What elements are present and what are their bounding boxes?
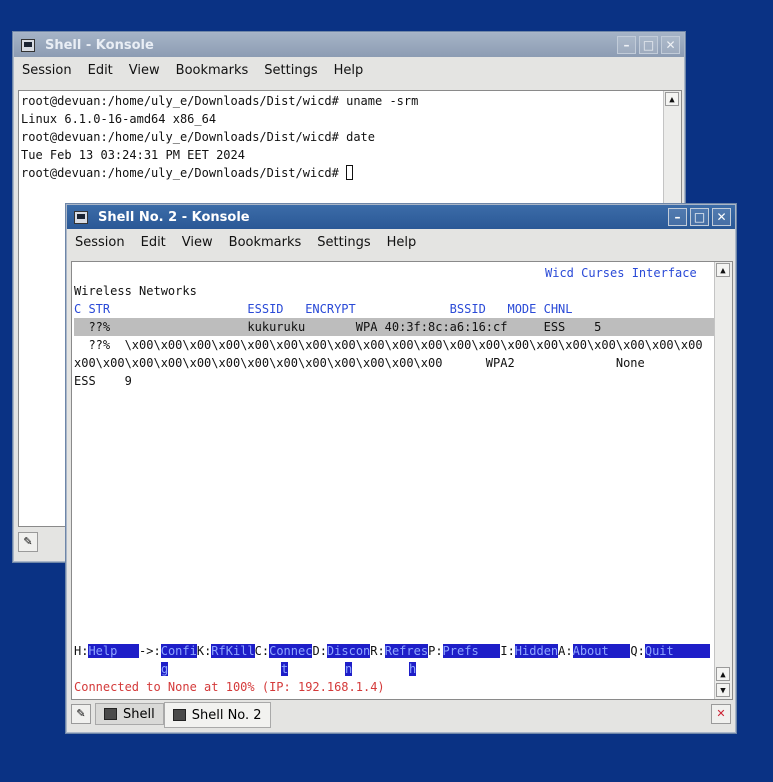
menu-edit[interactable]: Edit (80, 63, 121, 78)
titlebar-shell[interactable]: Shell - Konsole – □ ✕ (14, 33, 684, 57)
new-tab-icon[interactable]: ✎ (18, 532, 38, 552)
menu-edit[interactable]: Edit (133, 235, 174, 250)
menubar-shell-2: Session Edit View Bookmarks Settings Hel… (67, 230, 735, 255)
key-refresh[interactable]: Refres (384, 644, 429, 658)
key-hidden-label: I: (500, 644, 515, 658)
key-config[interactable]: Confi (160, 644, 197, 658)
close-tab-icon[interactable]: ✕ (711, 704, 731, 724)
key-connect-wrap[interactable]: t (281, 662, 289, 676)
menubar-shell: Session Edit View Bookmarks Settings Hel… (14, 58, 684, 83)
terminal-icon (104, 708, 117, 720)
menu-help[interactable]: Help (326, 63, 372, 78)
networks-heading: Wireless Networks (74, 284, 197, 298)
menu-settings[interactable]: Settings (309, 235, 378, 250)
terminal-icon (172, 709, 186, 721)
minimize-icon[interactable]: – (617, 36, 636, 54)
key-about[interactable]: About (572, 644, 631, 658)
key-refresh-wrap[interactable]: h (409, 662, 417, 676)
app-title: Wicd Curses Interface (545, 266, 697, 280)
terminal-line: root@devuan:/home/uly_e/Downloads/Dist/w… (21, 130, 376, 144)
key-connect[interactable]: Connec (269, 644, 313, 658)
scroll-down-icon[interactable]: ▼ (716, 683, 730, 697)
tabbar-shell-2: ✎ Shell Shell No. 2 ✕ (67, 700, 735, 728)
konsole-icon (21, 38, 35, 52)
key-hidden[interactable]: Hidden (514, 644, 559, 658)
key-disconnect[interactable]: Discon (326, 644, 371, 658)
key-quit[interactable]: Quit (644, 644, 710, 658)
tab-label: Shell (123, 706, 155, 722)
key-quit-label: Q: (630, 644, 645, 658)
status-line: Connected to None at 100% (IP: 192.168.1… (74, 680, 385, 694)
tab-shell-2[interactable]: Shell No. 2 (163, 702, 271, 728)
network-row-hidden[interactable]: ??% \x00\x00\x00\x00\x00\x00\x00\x00\x00… (74, 336, 702, 354)
key-connect-label: C: (254, 644, 270, 658)
konsole-window-shell-2[interactable]: Shell No. 2 - Konsole – □ ✕ Session Edit… (65, 203, 737, 734)
tab-label: Shell No. 2 (191, 707, 262, 723)
minimize-icon[interactable]: – (668, 208, 687, 226)
network-row-kukuruku[interactable]: ??% kukuruku WPA 40:3f:8c:a6:16:cf ESS 5 (74, 318, 601, 336)
terminal-line: Tue Feb 13 03:24:31 PM EET 2024 (21, 148, 245, 162)
terminal-line: root@devuan:/home/uly_e/Downloads/Dist/w… (21, 94, 419, 108)
scroll-up-icon[interactable]: ▲ (716, 667, 730, 681)
scroll-up-icon[interactable]: ▲ (665, 92, 679, 106)
menu-view[interactable]: View (121, 63, 168, 78)
close-icon[interactable]: ✕ (661, 36, 680, 54)
konsole-icon (74, 210, 88, 224)
terminal-shell-2[interactable]: Wicd Curses Interface Wireless Networks … (71, 261, 733, 700)
network-row-hidden-cont: ESS 9 (74, 374, 132, 388)
key-disconnect-wrap[interactable]: n (345, 662, 353, 676)
key-rfkill[interactable]: RfKill (211, 644, 255, 658)
key-prefs[interactable]: Prefs (442, 644, 501, 658)
maximize-icon[interactable]: □ (639, 36, 658, 54)
key-refresh-label: R: (370, 644, 385, 658)
key-prefs-label: P: (428, 644, 443, 658)
cursor (346, 165, 354, 180)
key-config-label: ->: (139, 644, 161, 658)
key-bar: H:Help ->:ConfiK:RfKillC:ConnecD:DisconR… (74, 642, 710, 660)
scrollbar-shell-2[interactable]: ▲ ▲ ▼ (714, 262, 732, 699)
key-rfkill-label: K: (196, 644, 212, 658)
network-columns: C STR ESSID ENCRYPT BSSID MODE CHNL (74, 302, 573, 316)
menu-session[interactable]: Session (14, 63, 80, 78)
network-row-hidden-cont: x00\x00\x00\x00\x00\x00\x00\x00\x00\x00\… (74, 356, 645, 370)
menu-session[interactable]: Session (67, 235, 133, 250)
window-title: Shell - Konsole (45, 37, 154, 53)
window-title: Shell No. 2 - Konsole (98, 209, 250, 225)
scroll-up-icon[interactable]: ▲ (716, 263, 730, 277)
key-disconnect-label: D: (312, 644, 327, 658)
tab-shell[interactable]: Shell (95, 703, 164, 725)
terminal-line: Linux 6.1.0-16-amd64 x86_64 (21, 112, 217, 126)
key-help-label: H: (74, 644, 89, 658)
menu-view[interactable]: View (174, 235, 221, 250)
maximize-icon[interactable]: □ (690, 208, 709, 226)
terminal-prompt: root@devuan:/home/uly_e/Downloads/Dist/w… (21, 166, 347, 180)
menu-help[interactable]: Help (379, 235, 425, 250)
titlebar-shell-2[interactable]: Shell No. 2 - Konsole – □ ✕ (67, 205, 735, 229)
close-icon[interactable]: ✕ (712, 208, 731, 226)
key-help[interactable]: Help (88, 644, 140, 658)
menu-bookmarks[interactable]: Bookmarks (221, 235, 310, 250)
menu-settings[interactable]: Settings (256, 63, 325, 78)
menu-bookmarks[interactable]: Bookmarks (168, 63, 257, 78)
new-tab-icon[interactable]: ✎ (71, 704, 91, 724)
key-about-label: A: (558, 644, 573, 658)
